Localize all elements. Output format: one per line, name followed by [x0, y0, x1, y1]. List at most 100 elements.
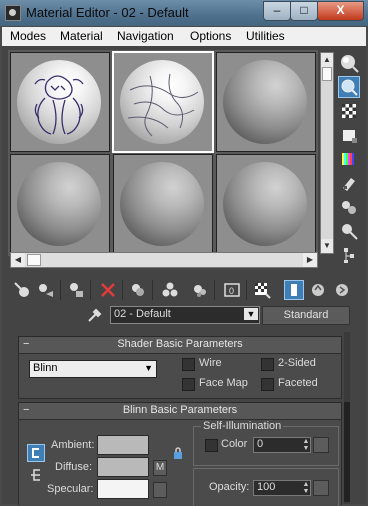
scroll-down-icon[interactable]: ▼: [321, 239, 333, 253]
sample-slot-3[interactable]: [216, 52, 316, 152]
shader-basic-panel: Blinn ▼ Wire 2-Sided Face Map Faceted: [18, 353, 342, 399]
ambient-color-swatch[interactable]: [97, 435, 149, 455]
select-by-material-button[interactable]: [338, 220, 360, 242]
specular-color-swatch[interactable]: [97, 479, 149, 499]
self-illum-color-checkbox[interactable]: [205, 439, 218, 452]
self-illum-amount-spinner[interactable]: 0 ▲ ▼: [253, 437, 311, 453]
lock-button[interactable]: [171, 446, 185, 460]
menu-modes[interactable]: Modes: [10, 29, 46, 43]
make-unique-icon: [162, 282, 178, 297]
self-illum-map-button[interactable]: [313, 437, 329, 453]
menu-navigation[interactable]: Navigation: [117, 29, 174, 43]
scroll-up-icon[interactable]: ▲: [321, 53, 333, 67]
maximize-button[interactable]: □: [290, 1, 318, 21]
make-preview-icon: [343, 178, 355, 191]
scroll-right-icon[interactable]: ▶: [303, 253, 317, 267]
backlight-button[interactable]: [338, 76, 360, 98]
spinner-arrows-icon[interactable]: ▲ ▼: [302, 438, 310, 452]
scroll-left-icon[interactable]: ◀: [11, 253, 25, 267]
menu-utilities[interactable]: Utilities: [246, 29, 285, 43]
sample-uv-tiling-button[interactable]: [338, 124, 360, 146]
two-sided-checkbox[interactable]: [261, 358, 274, 371]
link-bracket-icon: [31, 469, 40, 481]
sample-sphere: [223, 60, 307, 144]
make-copy-button[interactable]: [128, 280, 148, 300]
sample-slots-area: [8, 50, 318, 256]
svg-text:0: 0: [229, 286, 234, 296]
self-illum-amount-value: 0: [257, 438, 264, 450]
put-to-library-button[interactable]: [190, 280, 210, 300]
options-button[interactable]: [338, 196, 360, 218]
sample-sphere: [120, 60, 204, 144]
spinner-arrows-icon[interactable]: ▲ ▼: [302, 481, 310, 495]
faceted-checkbox[interactable]: [261, 378, 274, 391]
background-checker-button[interactable]: [338, 100, 360, 122]
sample-slot-2-selected[interactable]: [112, 51, 214, 153]
show-shaded-in-viewport-button[interactable]: [252, 280, 272, 300]
material-name-value: 02 - Default: [114, 308, 171, 320]
chevron-down-icon[interactable]: ▼: [244, 308, 258, 320]
blinn-basic-rollout-header[interactable]: − Blinn Basic Parameters: [18, 402, 342, 420]
shader-basic-rollout-header[interactable]: − Shader Basic Parameters: [18, 336, 342, 354]
scroll-thumb[interactable]: [344, 402, 350, 502]
material-id-channel-button[interactable]: 0: [222, 280, 242, 300]
app-icon: [5, 5, 21, 21]
toolbar-separator: [214, 280, 215, 300]
put-to-library-icon: [194, 285, 206, 297]
texture-sketch-icon: [34, 75, 84, 135]
material-type-button[interactable]: Standard: [262, 306, 350, 325]
faceted-label: Faceted: [278, 377, 318, 389]
menu-bar: Modes Material Navigation Options Utilit…: [2, 27, 366, 47]
self-illum-color-label: Color: [221, 438, 248, 450]
slots-horizontal-scrollbar[interactable]: ◀ ▶: [10, 252, 318, 268]
video-color-check-icon: [342, 153, 354, 165]
material-name-combo[interactable]: 02 - Default ▼: [110, 306, 260, 324]
sample-slot-5[interactable]: [113, 154, 213, 254]
diffuse-map-button[interactable]: M: [153, 460, 167, 476]
close-button[interactable]: X: [317, 1, 364, 21]
get-material-button[interactable]: [12, 280, 32, 300]
slots-vertical-scrollbar[interactable]: ▲ ▼: [320, 52, 334, 254]
specular-map-button[interactable]: [153, 482, 167, 498]
opacity-spinner[interactable]: 100 ▲ ▼: [253, 480, 311, 496]
go-forward-to-sibling-icon: [336, 284, 348, 296]
reset-map-button[interactable]: [98, 280, 118, 300]
pick-material-button[interactable]: [86, 306, 104, 324]
go-to-parent-button[interactable]: [308, 280, 328, 300]
toolbar-separator: [60, 280, 61, 300]
sample-slot-4[interactable]: [10, 154, 110, 254]
video-color-check-button[interactable]: [338, 148, 360, 170]
toolbar-separator: [152, 280, 153, 300]
show-end-result-button[interactable]: [284, 280, 304, 300]
backlight-icon: [341, 79, 358, 96]
make-copy-icon: [132, 284, 144, 296]
parameters-scrollbar[interactable]: [344, 332, 350, 504]
opacity-map-button[interactable]: [313, 480, 329, 496]
sample-type-sphere-button[interactable]: [338, 52, 360, 74]
put-to-scene-button[interactable]: [36, 280, 56, 300]
sample-slot-1[interactable]: [10, 52, 110, 152]
chevron-down-icon: ▼: [144, 363, 153, 373]
make-preview-button[interactable]: [338, 172, 360, 194]
menu-options[interactable]: Options: [190, 29, 231, 43]
scroll-thumb[interactable]: [322, 67, 332, 81]
shader-type-select[interactable]: Blinn ▼: [29, 360, 157, 378]
face-map-checkbox[interactable]: [182, 378, 195, 391]
diffuse-color-swatch[interactable]: [97, 457, 149, 477]
menu-material[interactable]: Material: [60, 29, 103, 43]
minimize-button[interactable]: –: [263, 1, 291, 21]
make-unique-button[interactable]: [160, 280, 180, 300]
assign-to-selection-button[interactable]: [66, 280, 86, 300]
lock-diffuse-specular-button[interactable]: [29, 468, 43, 482]
lock-ambient-diffuse-button[interactable]: [27, 444, 45, 462]
sample-slot-6[interactable]: [216, 154, 316, 254]
go-forward-to-sibling-button[interactable]: [332, 280, 352, 300]
wire-checkbox[interactable]: [182, 358, 195, 371]
toolbar-separator: [246, 280, 247, 300]
rollout-title: Shader Basic Parameters: [117, 338, 243, 350]
sample-sphere: [223, 162, 307, 246]
material-map-navigator-button[interactable]: [338, 244, 360, 266]
scroll-thumb[interactable]: [27, 254, 41, 266]
sample-uv-tiling-icon: [343, 130, 357, 143]
opacity-value: 100: [257, 481, 276, 493]
